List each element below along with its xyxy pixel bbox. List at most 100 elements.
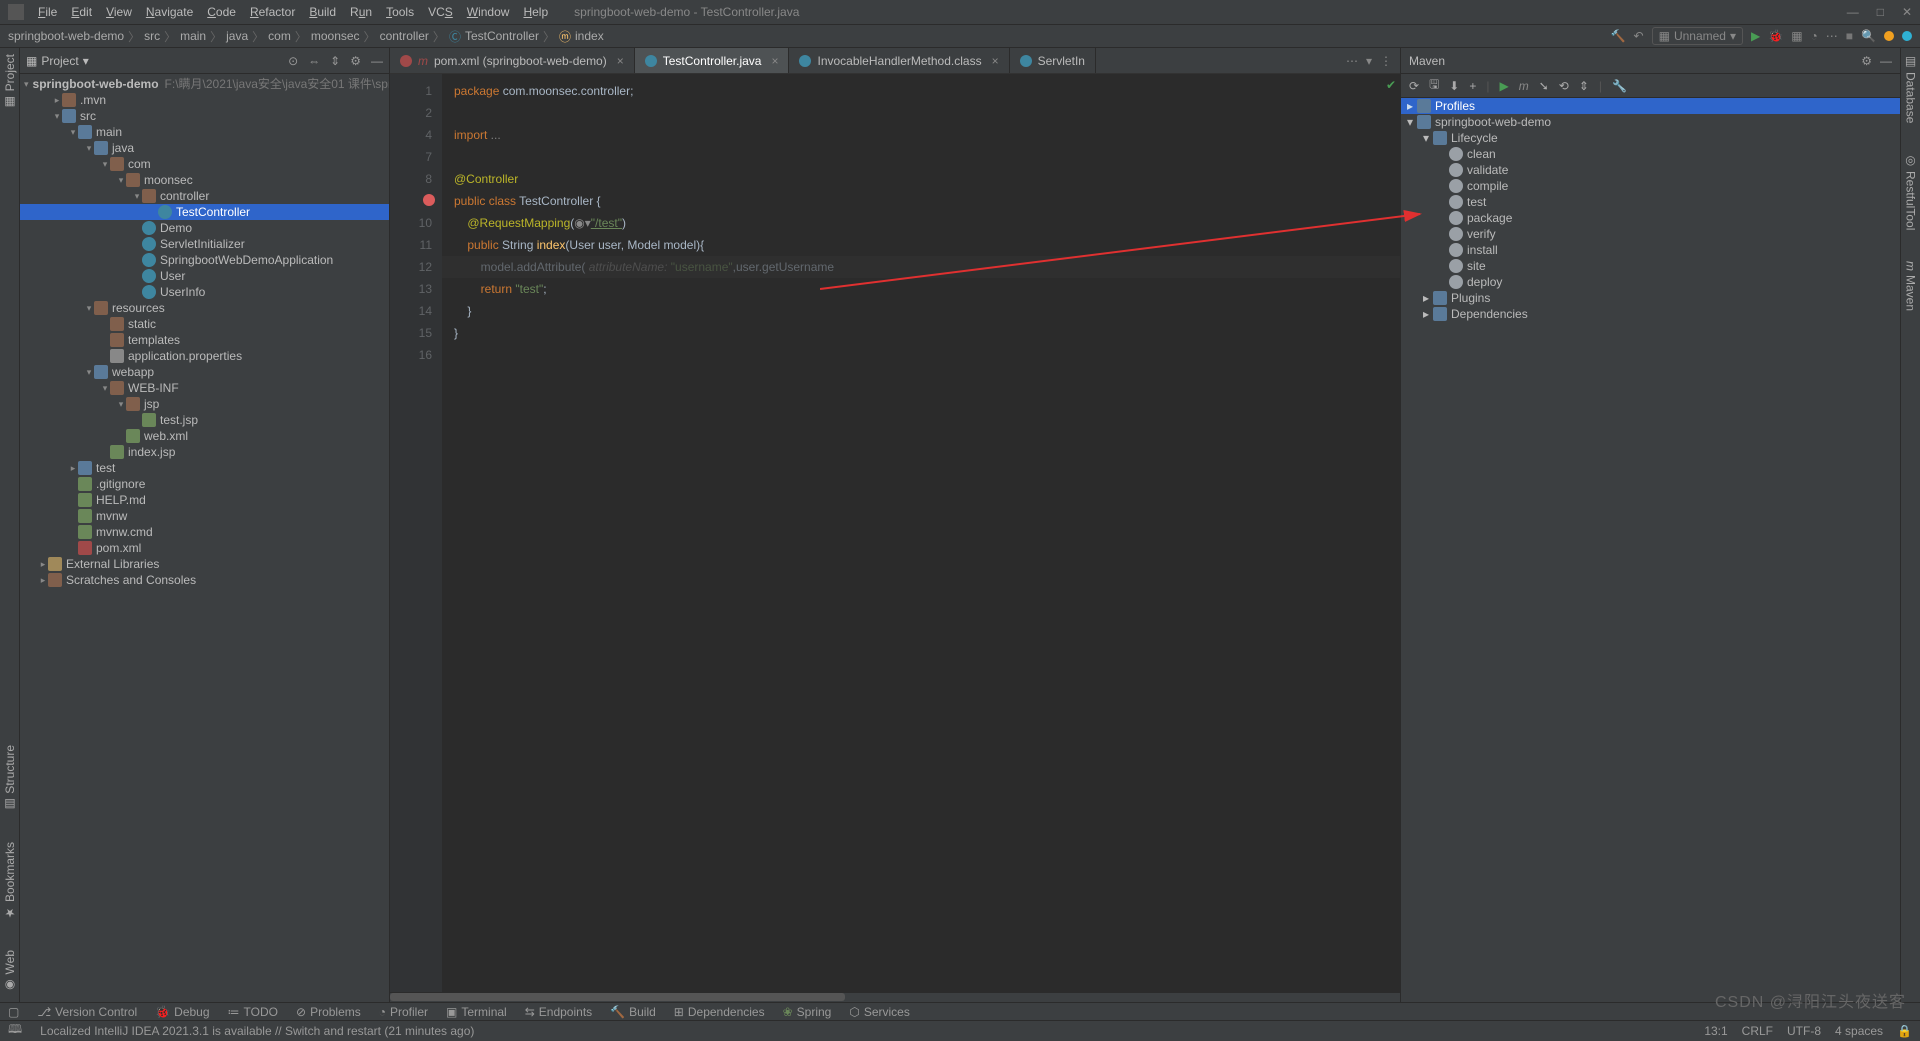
collapse-icon[interactable]: ⇔ [308,54,320,68]
tree-java[interactable]: java [112,140,134,156]
tree-mvnwcmd[interactable]: mvnw.cmd [96,524,153,540]
maven-verify[interactable]: verify [1467,226,1496,242]
tab-pom[interactable]: mpom.xml (springboot-web-demo)× [390,48,635,73]
tree-testcontroller[interactable]: TestController [176,204,250,220]
tree-controller[interactable]: controller [160,188,209,204]
tree-scratches[interactable]: Scratches and Consoles [66,572,196,588]
tree-test[interactable]: test [96,460,115,476]
run-config-select[interactable]: ▦Unnamed▾ [1652,27,1743,45]
tool-todo[interactable]: ≔TODO [228,1005,278,1019]
avatar-green[interactable] [1884,31,1894,41]
tree-userinfo[interactable]: UserInfo [160,284,205,300]
tool-project[interactable]: ▦Project [3,54,17,109]
menu-tools[interactable]: Tools [380,3,420,21]
status-enc[interactable]: UTF-8 [1787,1024,1821,1038]
tree-demo[interactable]: Demo [160,220,192,236]
menu-help[interactable]: Help [517,3,554,21]
editor-tabs[interactable]: mpom.xml (springboot-web-demo)× TestCont… [390,48,1400,74]
skip-icon[interactable]: ➘ [1539,79,1549,93]
bc-7[interactable]: TestController [465,29,539,43]
refresh2-icon[interactable]: ⟲ [1559,79,1569,93]
tree-servletinit[interactable]: ServletInitializer [160,236,245,252]
tab-invocable[interactable]: InvocableHandlerMethod.class× [789,48,1009,73]
wrench-icon[interactable]: 🔧 [1612,79,1627,93]
tree-pom[interactable]: pom.xml [96,540,141,556]
menu-code[interactable]: Code [201,3,242,21]
tree-indexjsp[interactable]: index.jsp [128,444,175,460]
tab-testcontroller[interactable]: TestController.java× [635,48,790,73]
tabs-more-icon[interactable]: ⋮ [1380,54,1392,68]
m-icon[interactable]: m [1519,79,1529,93]
avatar-orange[interactable] [1902,31,1912,41]
profile-icon[interactable]: ◔ [1811,29,1818,43]
maven-gear-icon[interactable]: ⚙ [1861,54,1872,68]
add-icon[interactable]: + [1469,79,1476,93]
run-icon[interactable]: ▶ [1751,29,1760,43]
bc-8[interactable]: index [575,29,604,43]
search-icon[interactable]: 🔍 [1861,29,1876,43]
tabs-overflow-icon[interactable]: ⋯ [1346,54,1358,68]
tree-testjsp[interactable]: test.jsp [160,412,198,428]
maven-validate[interactable]: validate [1467,162,1508,178]
tree-app[interactable]: SpringbootWebDemoApplication [160,252,333,268]
attach-icon[interactable]: ⋯ [1826,29,1838,43]
tool-profiler[interactable]: ◔Profiler [379,1005,428,1019]
tool-versioncontrol[interactable]: ⎇Version Control [37,1005,137,1019]
tool-database[interactable]: ▤Database [1904,54,1918,123]
maximize-icon[interactable]: □ [1877,5,1884,19]
tool-restful[interactable]: ◎RestfulTool [1904,153,1918,230]
code-area[interactable]: 12478910111213141516 package com.moonsec… [390,74,1400,992]
tree-com[interactable]: com [128,156,151,172]
maven-clean[interactable]: clean [1467,146,1496,162]
tool-dependencies[interactable]: ⊞Dependencies [674,1005,765,1019]
tool-spring[interactable]: ❀Spring [783,1005,832,1019]
menu-file[interactable]: File [32,3,63,21]
menu-window[interactable]: Window [461,3,516,21]
bc-4[interactable]: com [268,29,291,43]
tool-build[interactable]: 🔨Build [610,1005,656,1019]
tree-gitignore[interactable]: .gitignore [96,476,145,492]
status-crlf[interactable]: CRLF [1742,1024,1773,1038]
status-indent[interactable]: 4 spaces [1835,1024,1883,1038]
menu-build[interactable]: Build [303,3,342,21]
notification-icon[interactable]: 🕮 [8,1020,22,1041]
tree-main[interactable]: main [96,124,122,140]
project-root[interactable]: springboot-web-demo [33,76,159,92]
tree-webapp[interactable]: webapp [112,364,154,380]
menu-refactor[interactable]: Refactor [244,3,301,21]
expand-icon[interactable]: ⇕ [330,54,340,68]
run-maven-icon[interactable]: ▶ [1500,79,1509,93]
status-message[interactable]: Localized IntelliJ IDEA 2021.3.1 is avai… [40,1024,474,1038]
gutter[interactable]: 12478910111213141516 [390,74,442,992]
tool-problems[interactable]: ⊘Problems [296,1005,361,1019]
tree-webxml[interactable]: web.xml [144,428,188,444]
maven-lifecycle[interactable]: Lifecycle [1451,130,1498,146]
tree-user[interactable]: User [160,268,185,284]
tree-extlib[interactable]: External Libraries [66,556,159,572]
generate-icon[interactable]: 🖫 [1429,75,1439,96]
tool-web[interactable]: ◉Web [3,950,17,992]
bc-2[interactable]: main [180,29,206,43]
bc-0[interactable]: springboot-web-demo [8,29,124,43]
status-position[interactable]: 13:1 [1704,1024,1727,1038]
tree-mvnw[interactable]: mvnw [96,508,127,524]
maven-test[interactable]: test [1467,194,1486,210]
minimize-icon[interactable]: — [1847,5,1859,19]
project-tree[interactable]: ▾springboot-web-demoF:\瞒月\2021\java安全\ja… [20,74,389,1002]
back-icon[interactable]: ↶ [1634,29,1644,43]
coverage-icon[interactable]: ▦ [1791,29,1802,43]
tree-webinf[interactable]: WEB-INF [128,380,179,396]
maven-plugins[interactable]: Plugins [1451,290,1490,306]
toolwin-icon[interactable]: ▢ [8,1005,19,1019]
target-icon[interactable]: ⊙ [288,54,298,68]
menu-edit[interactable]: Edit [65,3,98,21]
menu-run[interactable]: Run [344,3,378,21]
breakpoint-icon[interactable] [423,194,435,206]
close-icon[interactable]: ✕ [1902,5,1912,19]
main-menu[interactable]: File Edit View Navigate Code Refactor Bu… [32,3,554,21]
tree-appprops[interactable]: application.properties [128,348,242,364]
tool-bookmarks[interactable]: ★Bookmarks [3,842,17,920]
maven-deploy[interactable]: deploy [1467,274,1502,290]
tab-servletin[interactable]: ServletIn [1010,48,1096,73]
maven-hide-icon[interactable]: — [1880,54,1892,68]
